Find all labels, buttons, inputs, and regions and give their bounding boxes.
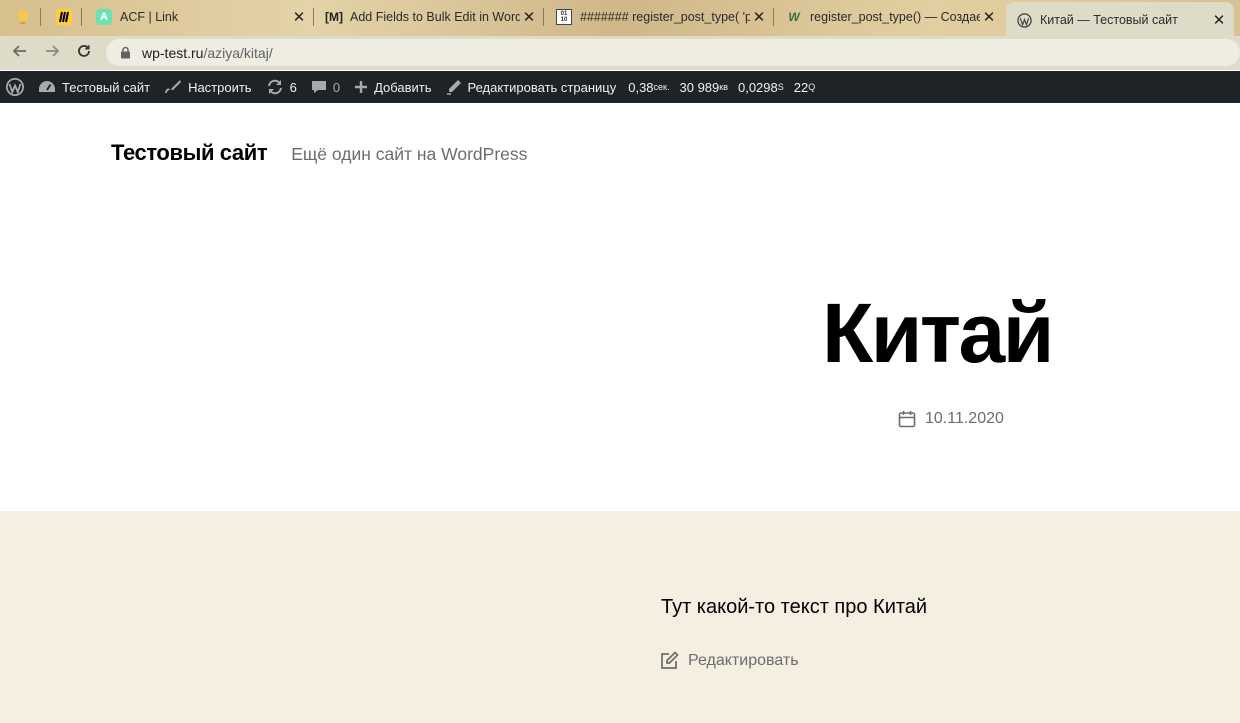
query-monitor-queries[interactable]: 22 Q [789, 71, 820, 103]
edit-page-menu[interactable]: Редактировать страницу [439, 71, 624, 103]
memory-value: 30 989 [679, 79, 720, 95]
acf-icon: A [96, 9, 112, 25]
updates-count: 6 [289, 79, 297, 95]
m-bracket-icon: [M] [325, 10, 343, 24]
post-date-link[interactable]: 10.11.2020 [925, 410, 1004, 428]
tab-pinned-1[interactable] [4, 0, 41, 34]
browser-tabstrip: A ACF | Link ✕ [M] Add Fields to Bulk Ed… [0, 0, 1240, 38]
close-icon[interactable]: ✕ [1210, 11, 1228, 29]
paintbrush-icon [164, 79, 182, 95]
wp-developer-icon: W [788, 10, 800, 24]
post-date: 10.11.2020 [898, 410, 1004, 428]
query-time-value: 0,0298 [737, 79, 778, 95]
edit-label: Редактировать [688, 651, 799, 669]
tab-acf[interactable]: A ACF | Link ✕ [86, 0, 314, 34]
edit-icon [660, 651, 688, 670]
queries-unit: Q [808, 82, 816, 92]
wordpress-icon [5, 77, 25, 97]
tab-register-post-type-docs[interactable]: W register_post_type() — Создает ✕ [776, 0, 1004, 34]
tab-title: register_post_type() — Создает [810, 10, 980, 24]
edit-page-label: Редактировать страницу [467, 79, 617, 95]
site-header: Тестовый сайт Ещё один сайт на WordPress [111, 140, 527, 166]
time-unit: сек. [653, 82, 670, 92]
close-icon[interactable]: ✕ [520, 8, 538, 26]
new-content-menu[interactable]: Добавить [347, 71, 438, 103]
query-time-unit: S [777, 82, 784, 92]
tab-title: ####### register_post_type( 'p [580, 10, 750, 24]
close-icon[interactable]: ✕ [750, 8, 768, 26]
site-title-link[interactable]: Тестовый сайт [111, 140, 268, 166]
post-content-area: Тут какой-то текст про Китай Редактирова… [0, 511, 1240, 723]
url-path: /aziya/kitaj/ [203, 44, 273, 61]
forward-icon[interactable] [36, 43, 68, 64]
tab-title: Китай — Тестовый сайт [1040, 13, 1178, 27]
wp-admin-bar: Тестовый сайт Настроить 6 0 Добавить Ред… [0, 71, 1240, 103]
tab-title: Add Fields to Bulk Edit in Word [350, 10, 520, 24]
time-value: 0,38 [628, 79, 654, 95]
site-description: Ещё один сайт на WordPress [291, 144, 528, 164]
tab-title: ACF | Link [120, 10, 179, 24]
reload-icon[interactable] [68, 43, 100, 64]
url-host: wp-test.ru [142, 44, 204, 61]
page-title: Китай [822, 286, 1054, 380]
memory-unit: кв [719, 82, 728, 92]
query-monitor-query-time[interactable]: 0,0298 S [733, 71, 789, 103]
lightbulb-icon [15, 9, 31, 25]
tab-register-post-type-code[interactable]: 01 10 ####### register_post_type( 'p ✕ [546, 0, 774, 34]
query-monitor-time[interactable]: 0,38 сек. [623, 71, 674, 103]
tab-pinned-2[interactable] [45, 0, 82, 34]
code-file-icon: 01 10 [556, 9, 572, 25]
lock-icon [120, 46, 132, 60]
plus-icon [354, 80, 368, 94]
queries-value: 22 [793, 79, 809, 95]
tab-active-kitaj[interactable]: Китай — Тестовый сайт ✕ [1006, 2, 1234, 38]
new-content-label: Добавить [374, 79, 432, 95]
close-icon[interactable]: ✕ [980, 8, 998, 26]
comments-count: 0 [332, 79, 341, 95]
dashboard-icon [38, 79, 56, 95]
post-content: Тут какой-то текст про Китай [661, 596, 928, 618]
comments-menu[interactable]: 0 [304, 71, 347, 103]
browser-toolbar: wp-test.ru /aziya/kitaj/ [0, 36, 1240, 70]
customize-label: Настроить [188, 79, 252, 95]
site-name-label: Тестовый сайт [62, 79, 151, 95]
back-icon[interactable] [4, 43, 36, 64]
updates-menu[interactable]: 6 [259, 71, 304, 103]
customize-menu[interactable]: Настроить [157, 71, 259, 103]
updates-icon [266, 79, 284, 95]
wp-logo-menu[interactable] [0, 71, 31, 103]
address-bar[interactable]: wp-test.ru /aziya/kitaj/ [106, 39, 1240, 66]
tab-bulk-edit[interactable]: [M] Add Fields to Bulk Edit in Word ✕ [316, 0, 544, 34]
edit-post-link[interactable]: Редактировать [660, 651, 799, 670]
wordpress-icon [1016, 12, 1032, 28]
comment-icon [311, 79, 327, 95]
miro-icon [55, 9, 72, 25]
pencil-icon [446, 79, 462, 95]
site-name-menu[interactable]: Тестовый сайт [31, 71, 157, 103]
calendar-icon [898, 410, 925, 428]
close-icon[interactable]: ✕ [290, 8, 308, 26]
query-monitor-memory[interactable]: 30 989 кв [675, 71, 733, 103]
